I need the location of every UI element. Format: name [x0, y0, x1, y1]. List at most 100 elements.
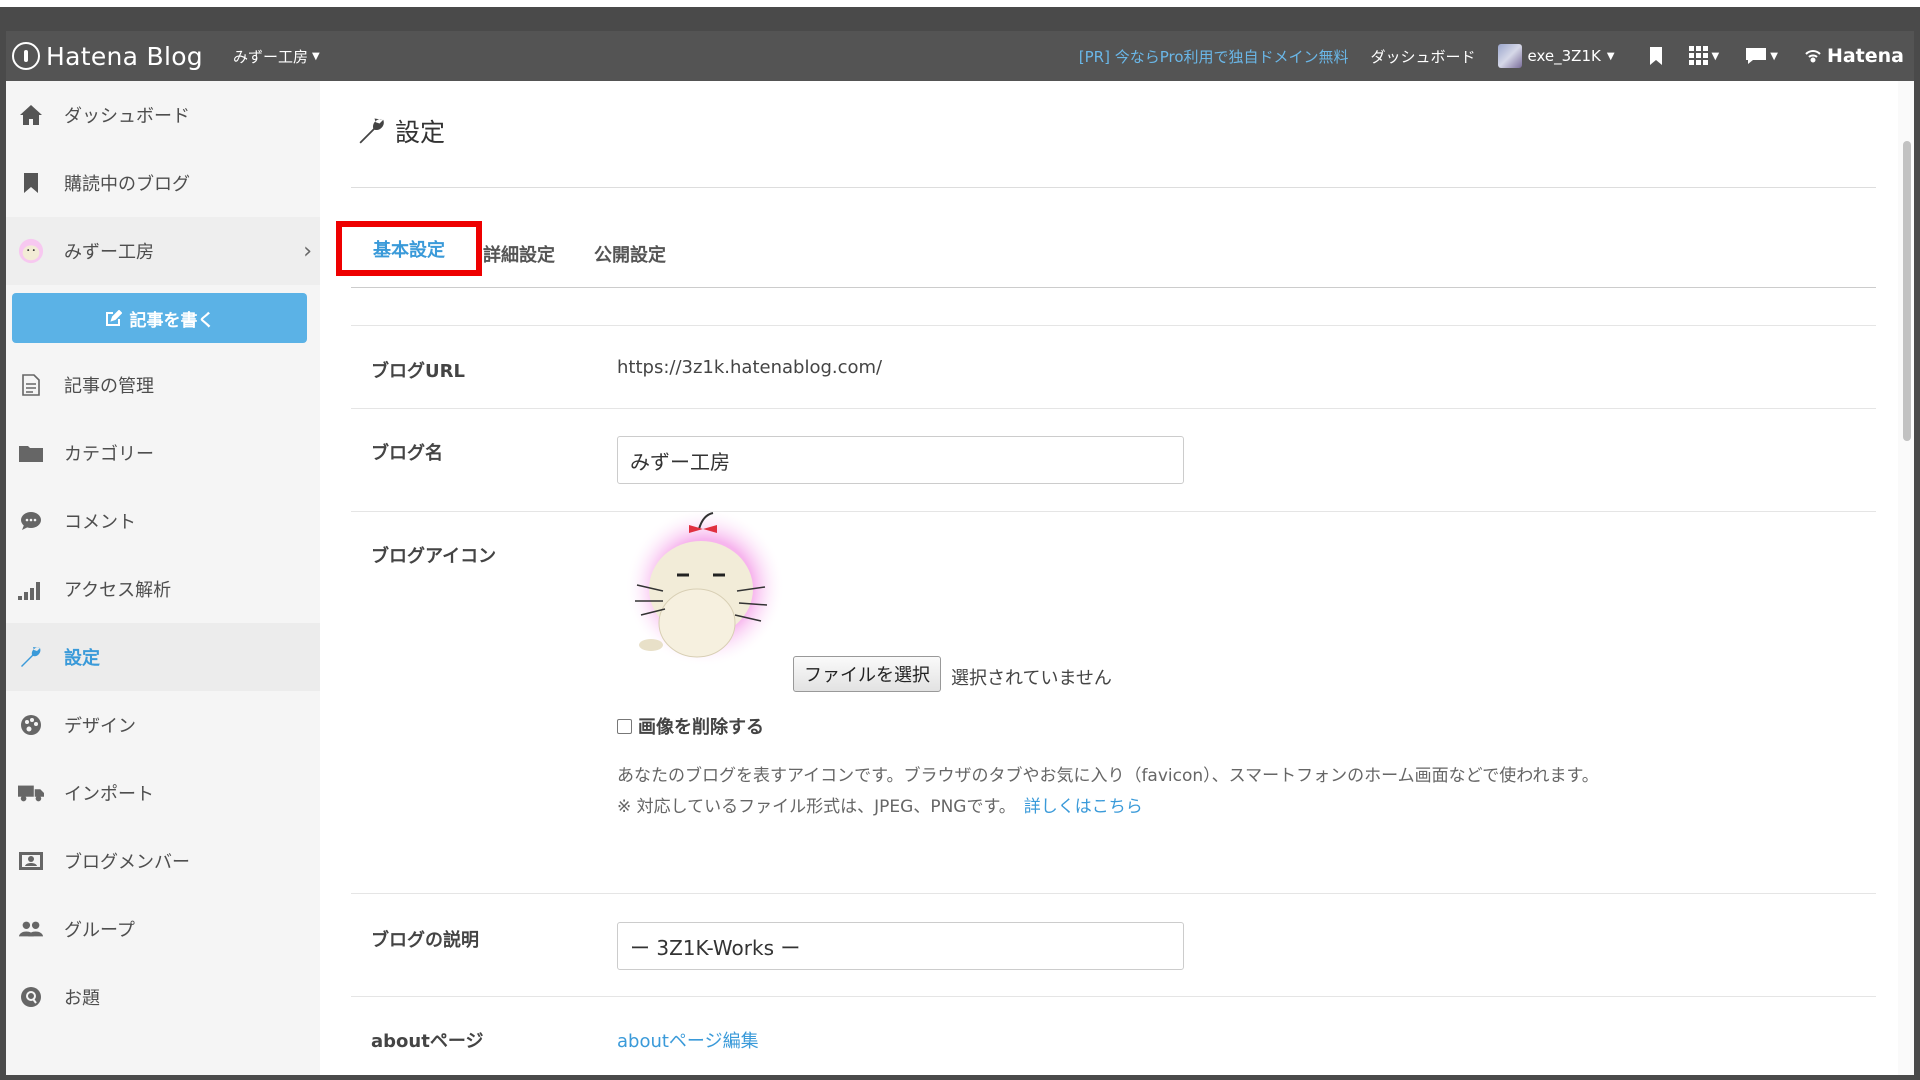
sidebar-item-blog[interactable]: みずー工房 › — [6, 217, 320, 285]
sidebar-item-label: カテゴリー — [64, 444, 154, 465]
blog-name-label: ブログ名 — [371, 443, 443, 464]
hatena-wifi-icon — [1805, 50, 1821, 63]
screen-top-edge — [0, 0, 1920, 7]
edit-icon — [105, 309, 122, 326]
sidebar-item-categories[interactable]: カテゴリー — [6, 419, 320, 487]
hatena-brand-link[interactable]: Hatena — [1804, 45, 1904, 67]
group-icon — [18, 916, 44, 942]
sidebar-item-label: 設定 — [64, 648, 100, 669]
palette-icon — [18, 712, 44, 738]
divider — [351, 408, 1876, 409]
hatena-brand-text: Hatena — [1826, 45, 1904, 67]
tab-publish-settings[interactable]: 公開設定 — [594, 241, 684, 267]
tab-basic-settings[interactable]: 基本設定 — [336, 221, 482, 276]
wrench-icon — [359, 118, 384, 144]
notifications-button[interactable]: ▼ — [1745, 47, 1778, 65]
blog-url-label: ブログURL — [371, 361, 465, 382]
delete-image-checkbox[interactable] — [617, 718, 632, 734]
sidebar-item-groups[interactable]: グループ — [6, 895, 320, 963]
sidebar-item-label: みずー工房 — [64, 242, 154, 263]
comment-icon — [18, 508, 44, 534]
username: exe_3Z1K — [1527, 47, 1601, 65]
icon-help-text: あなたのブログを表すアイコンです。ブラウザのタブやお気に入り（favicon）、… — [617, 766, 1599, 786]
sidebar-item-label: グループ — [64, 920, 135, 941]
sidebar-item-label: 購読中のブログ — [64, 174, 190, 195]
truck-icon — [18, 780, 44, 806]
caret-down-icon: ▼ — [312, 50, 320, 62]
sidebar-item-label: ダッシュボード — [64, 106, 190, 127]
chevron-right-icon: › — [303, 239, 312, 264]
page-title: 設定 — [357, 113, 445, 149]
divider — [351, 325, 1876, 326]
browser-window: Hatena Blog みずー工房 ▼ [PR] 今ならPro利用で独自ドメイン… — [6, 31, 1914, 1075]
icon-format-text: ※ 対応しているファイル形式は、JPEG、PNGです。 — [617, 797, 1016, 817]
caret-down-icon: ▼ — [1770, 50, 1778, 62]
sidebar-item-label: 記事の管理 — [64, 376, 154, 397]
blog-switcher-label: みずー工房 — [232, 47, 308, 66]
sidebar-item-articles[interactable]: 記事の管理 — [6, 351, 320, 419]
tab-label: 基本設定 — [373, 239, 445, 261]
user-menu[interactable]: exe_3Z1K ▼ — [1497, 44, 1615, 68]
chat-icon — [1746, 48, 1767, 64]
icon-format-note: ※ 対応しているファイル形式は、JPEG、PNGです。 詳しくはこちら — [617, 792, 1143, 817]
pr-link[interactable]: [PR] 今ならPro利用で独自ドメイン無料 — [1079, 46, 1349, 67]
blog-avatar-icon — [18, 238, 44, 264]
blog-icon-label: ブログアイコン — [371, 546, 497, 567]
blog-name-input[interactable]: みずー工房 — [617, 436, 1184, 484]
bookmark-button[interactable] — [1649, 46, 1663, 66]
sidebar-item-design[interactable]: デザイン — [6, 691, 320, 759]
home-icon — [18, 102, 44, 128]
write-article-button[interactable]: 記事を書く — [12, 293, 307, 343]
bars-icon — [18, 576, 44, 602]
folder-icon — [18, 440, 44, 466]
divider — [351, 996, 1876, 997]
blog-icon-image — [625, 507, 785, 667]
delete-image-label: 画像を削除する — [638, 717, 764, 738]
sidebar-item-subscriptions[interactable]: 購読中のブログ — [6, 149, 320, 217]
divider — [351, 187, 1876, 188]
sidebar-item-label: ブログメンバー — [64, 852, 190, 873]
apps-menu-button[interactable]: ▼ — [1688, 46, 1720, 66]
blog-description-input[interactable]: ー 3Z1K-Works ー — [617, 922, 1184, 970]
document-icon — [18, 372, 44, 398]
divider — [351, 511, 1876, 512]
sidebar-item-label: アクセス解析 — [64, 580, 172, 601]
bookmark-icon — [1649, 47, 1662, 65]
caret-down-icon: ▼ — [1711, 50, 1720, 62]
write-article-label: 記事を書く — [129, 310, 215, 331]
blog-url-value: https://3z1k.hatenablog.com/ — [617, 357, 883, 378]
hatena-blog-logo[interactable]: Hatena Blog — [12, 42, 203, 71]
tab-advanced-settings[interactable]: 詳細設定 — [483, 241, 573, 267]
member-icon — [18, 848, 44, 874]
divider — [351, 893, 1876, 894]
blog-switcher[interactable]: みずー工房 ▼ — [233, 46, 320, 67]
logo-text: Hatena Blog — [46, 41, 203, 71]
file-status: 選択されていません — [951, 668, 1112, 689]
tab-divider — [351, 287, 1876, 288]
about-page-edit-link[interactable]: aboutページ編集 — [617, 1027, 759, 1053]
delete-image-option[interactable]: 画像を削除する — [617, 713, 764, 739]
hatena-logo-icon — [12, 42, 40, 70]
question-icon — [18, 984, 44, 1010]
scrollbar[interactable] — [1898, 81, 1914, 1075]
sidebar-item-comments[interactable]: コメント — [6, 487, 320, 555]
about-page-label: aboutページ — [371, 1031, 484, 1052]
scrollbar-thumb[interactable] — [1903, 141, 1911, 441]
page-title-text: 設定 — [395, 118, 446, 147]
blog-description-label: ブログの説明 — [371, 930, 479, 951]
sidebar: ダッシュボード 購読中のブログ みずー工房 › 記事を書く 記事の管理 カテゴリ… — [6, 81, 320, 1075]
bookmark-icon — [18, 170, 44, 196]
dashboard-link[interactable]: ダッシュボード — [1371, 46, 1476, 67]
sidebar-item-analytics[interactable]: アクセス解析 — [6, 555, 320, 623]
sidebar-item-settings[interactable]: 設定 — [6, 623, 320, 691]
learn-more-link[interactable]: 詳しくはこちら — [1024, 797, 1143, 817]
choose-file-button[interactable]: ファイルを選択 — [793, 656, 941, 692]
sidebar-item-label: インポート — [64, 784, 154, 805]
sidebar-item-label: デザイン — [64, 716, 136, 737]
user-avatar — [1497, 44, 1522, 68]
sidebar-item-members[interactable]: ブログメンバー — [6, 827, 320, 895]
sidebar-item-import[interactable]: インポート — [6, 759, 320, 827]
sidebar-item-themes[interactable]: お題 — [6, 963, 320, 1031]
grid-icon — [1688, 46, 1708, 65]
sidebar-item-dashboard[interactable]: ダッシュボード — [6, 81, 320, 149]
